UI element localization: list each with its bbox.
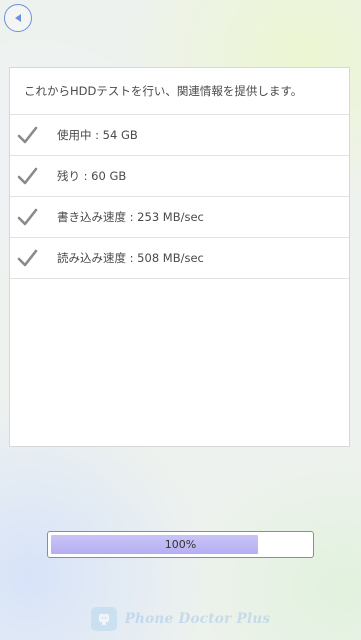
result-row: 使用中 : 54 GB: [10, 115, 349, 156]
brand-name: Phone Doctor Plus: [124, 611, 271, 627]
result-label: 使用中 : 54 GB: [57, 128, 138, 142]
result-label: 読み込み速度 : 508 MB/sec: [57, 251, 204, 265]
checkmark-icon: [17, 249, 38, 267]
brand-footer: Phone Doctor Plus: [0, 605, 361, 633]
result-row: 読み込み速度 : 508 MB/sec: [10, 238, 349, 279]
checkmark-icon: [17, 208, 38, 226]
progress-bar: 100%: [47, 531, 314, 558]
result-label: 残り : 60 GB: [57, 169, 127, 183]
result-row: 書き込み速度 : 253 MB/sec: [10, 197, 349, 238]
result-label: 書き込み速度 : 253 MB/sec: [57, 210, 204, 224]
progress-label: 100%: [164, 538, 197, 551]
back-button[interactable]: [4, 4, 32, 32]
result-row: 残り : 60 GB: [10, 156, 349, 197]
hdd-test-panel: これからHDDテストを行い、関連情報を提供します。 使用中 : 54 GB 残り …: [9, 67, 350, 447]
checkmark-icon: [17, 126, 38, 144]
checkmark-icon: [17, 167, 38, 185]
app-logo-icon: [90, 607, 117, 631]
result-list: 使用中 : 54 GB 残り : 60 GB 書き込み速度 : 253 MB/sec…: [10, 115, 349, 279]
back-arrow-icon: [15, 14, 21, 22]
intro-text: これからHDDテストを行い、関連情報を提供します。: [10, 68, 349, 115]
